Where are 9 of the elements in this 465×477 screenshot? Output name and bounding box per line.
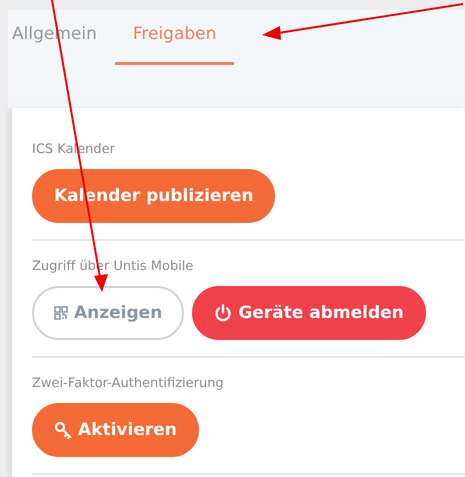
key-icon (54, 421, 72, 439)
power-icon (214, 304, 232, 322)
publish-button[interactable]: Kalender publizieren (32, 169, 276, 223)
activate-button[interactable]: Aktivieren (32, 403, 199, 457)
show-button[interactable]: Anzeigen (32, 286, 184, 340)
logout-button[interactable]: Geräte abmelden (192, 286, 426, 340)
section-label: Zwei-Faktor-Authentifizierung (32, 376, 225, 391)
tab[interactable]: Freigaben (114, 16, 234, 65)
qr-code-icon (54, 306, 68, 320)
